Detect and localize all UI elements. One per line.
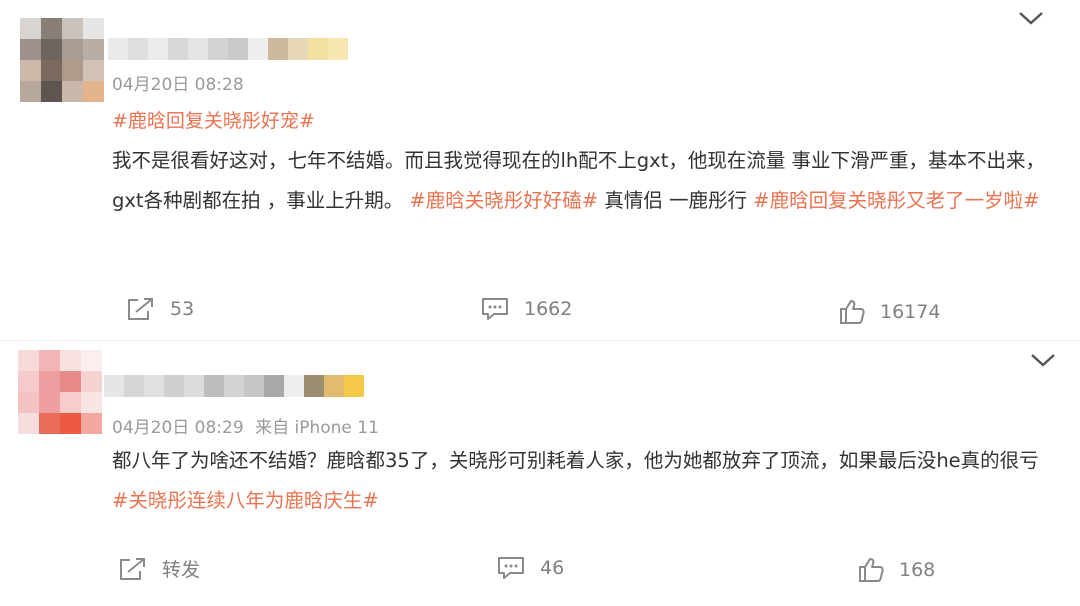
like-button[interactable]: 168: [857, 556, 935, 583]
post-meta: 04月20日 08:29 来自 iPhone 11: [112, 413, 385, 438]
repost-button[interactable]: 转发: [118, 555, 200, 582]
hashtag-link[interactable]: #鹿晗回复关晓彤好宠#: [112, 106, 315, 133]
thumbs-up-icon: [859, 558, 884, 582]
repost-label: 转发: [162, 559, 201, 581]
repost-count: 53: [170, 298, 195, 320]
comment-icon: [498, 557, 524, 579]
chevron-down-icon[interactable]: [1017, 8, 1045, 28]
post-meta: 04月20日 08:28: [112, 70, 250, 95]
like-count: 16174: [880, 300, 941, 323]
thumbs-up-icon: [840, 300, 865, 324]
comment-count: 1662: [524, 298, 573, 320]
share-icon: [120, 557, 145, 580]
chevron-down-icon[interactable]: [1029, 350, 1057, 370]
post-time: 04月20日 08:28: [112, 75, 244, 95]
avatar[interactable]: [20, 18, 104, 102]
post-time: 04月20日 08:29: [112, 418, 244, 438]
like-count: 168: [899, 558, 936, 581]
post-source: 来自 iPhone 11: [255, 418, 379, 438]
username[interactable]: [104, 375, 364, 397]
post-text: 我不是很看好这对，七年不结婚。而且我觉得现在的lh配不上gxt，他现在流量 事业…: [112, 141, 1047, 221]
hashtag-link[interactable]: #关晓彤连续八年为鹿晗庆生#: [112, 489, 379, 512]
comment-count: 46: [540, 557, 565, 579]
text-segment: 真情侣 一鹿彤行: [598, 189, 754, 212]
text-segment: 都八年了为啥还不结婚？鹿晗都35了，关晓彤可别耗着人家，他为她都放弃了顶流，如果…: [112, 449, 1039, 472]
hashtag-link[interactable]: #鹿晗关晓彤好好磕#: [409, 189, 598, 212]
post-text: 都八年了为啥还不结婚？鹿晗都35了，关晓彤可别耗着人家，他为她都放弃了顶流，如果…: [112, 441, 1047, 521]
like-button[interactable]: 16174: [838, 298, 940, 325]
username[interactable]: [108, 38, 348, 60]
comment-button[interactable]: 1662: [480, 296, 572, 322]
avatar[interactable]: [18, 350, 102, 434]
comment-icon: [482, 298, 508, 320]
share-icon: [128, 298, 153, 320]
weibo-post: 04月20日 08:28 #鹿晗回复关晓彤好宠# 我不是很看好这对，七年不结婚。…: [0, 0, 1080, 340]
comment-button[interactable]: 46: [496, 555, 564, 581]
hashtag-link[interactable]: #鹿晗回复关晓彤又老了一岁啦#: [753, 189, 1039, 212]
weibo-post: 04月20日 08:29 来自 iPhone 11 都八年了为啥还不结婚？鹿晗都…: [0, 340, 1080, 606]
repost-button[interactable]: 53: [126, 296, 194, 322]
